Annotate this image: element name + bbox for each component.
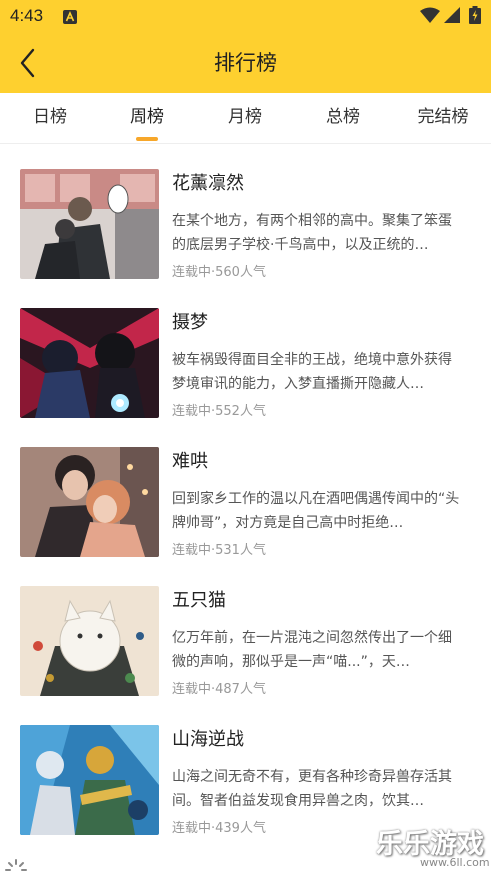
watermark-url: www.6ll.com bbox=[420, 856, 490, 869]
comic-title: 山海逆战 bbox=[172, 729, 244, 750]
comic-cover bbox=[20, 447, 159, 557]
signal-icon bbox=[444, 7, 460, 27]
list-item[interactable]: 五只猫 亿万年前，在一片混沌之间忽然传出了一个细微的声响，那似乎是一声“喵...… bbox=[0, 560, 491, 699]
tab-daily[interactable]: 日榜 bbox=[20, 93, 80, 143]
comic-cover bbox=[20, 586, 159, 696]
comic-cover bbox=[20, 169, 159, 279]
comic-status-popularity: 连载中·439人气 bbox=[172, 821, 266, 836]
comic-description: 被车祸毁得面目全非的王战，绝境中意外获得梦境审讯的能力，入梦直播撕开隐藏人… bbox=[172, 352, 452, 392]
comic-description: 在某个地方，有两个相邻的高中。聚集了笨蛋的底层男子学校·千鸟高中，以及正统的… bbox=[172, 213, 452, 253]
tab-completed[interactable]: 完结榜 bbox=[408, 93, 478, 143]
status-bar: 4:43 bbox=[0, 0, 491, 32]
comic-status-popularity: 连载中·552人气 bbox=[172, 404, 266, 419]
comic-title: 五只猫 bbox=[172, 590, 226, 611]
active-tab-indicator bbox=[136, 137, 158, 141]
comic-description: 亿万年前，在一片混沌之间忽然传出了一个细微的声响，那似乎是一声“喵...”，天… bbox=[172, 630, 452, 670]
page-title: 排行榜 bbox=[214, 51, 277, 75]
loading-spinner-icon bbox=[4, 858, 28, 878]
list-item[interactable]: 摄梦 被车祸毁得面目全非的王战，绝境中意外获得梦境审讯的能力，入梦直播撕开隐藏人… bbox=[0, 282, 491, 421]
comic-title: 摄梦 bbox=[172, 312, 208, 333]
battery-icon bbox=[469, 6, 481, 28]
tab-monthly[interactable]: 月榜 bbox=[215, 93, 275, 143]
comic-cover bbox=[20, 725, 159, 835]
comic-cover bbox=[20, 308, 159, 418]
ranking-tabs: 日榜 周榜 月榜 总榜 完结榜 bbox=[0, 93, 491, 144]
comic-status-popularity: 连载中·531人气 bbox=[172, 543, 266, 558]
comic-description: 回到家乡工作的温以凡在酒吧偶遇传闻中的“头牌帅哥”，对方竟是自己高中时拒绝… bbox=[172, 491, 460, 531]
list-item[interactable]: 花薰凛然 在某个地方，有两个相邻的高中。聚集了笨蛋的底层男子学校·千鸟高中，以及… bbox=[0, 143, 491, 282]
comic-description: 山海之间无奇不有，更有各种珍奇异兽存活其间。智者伯益发现食用异兽之肉，饮其… bbox=[172, 769, 452, 809]
status-time: 4:43 bbox=[10, 6, 44, 25]
comic-title: 难哄 bbox=[172, 451, 208, 472]
header-bar: 4:43 排行榜 bbox=[0, 0, 491, 93]
watermark-logo: 乐乐游戏 www.6ll.com bbox=[376, 822, 490, 872]
list-item[interactable]: 难哄 回到家乡工作的温以凡在酒吧偶遇传闻中的“头牌帅哥”，对方竟是自己高中时拒绝… bbox=[0, 421, 491, 560]
tab-weekly[interactable]: 周榜 bbox=[117, 93, 177, 143]
notification-a-icon bbox=[63, 9, 77, 28]
comic-title: 花薰凛然 bbox=[172, 173, 244, 194]
comic-status-popularity: 连载中·487人气 bbox=[172, 682, 266, 697]
list-item[interactable]: 山海逆战 山海之间无奇不有，更有各种珍奇异兽存活其间。智者伯益发现食用异兽之肉，… bbox=[0, 699, 491, 838]
wifi-icon bbox=[420, 7, 440, 27]
comic-status-popularity: 连载中·560人气 bbox=[172, 265, 266, 280]
tab-total[interactable]: 总榜 bbox=[313, 93, 373, 143]
